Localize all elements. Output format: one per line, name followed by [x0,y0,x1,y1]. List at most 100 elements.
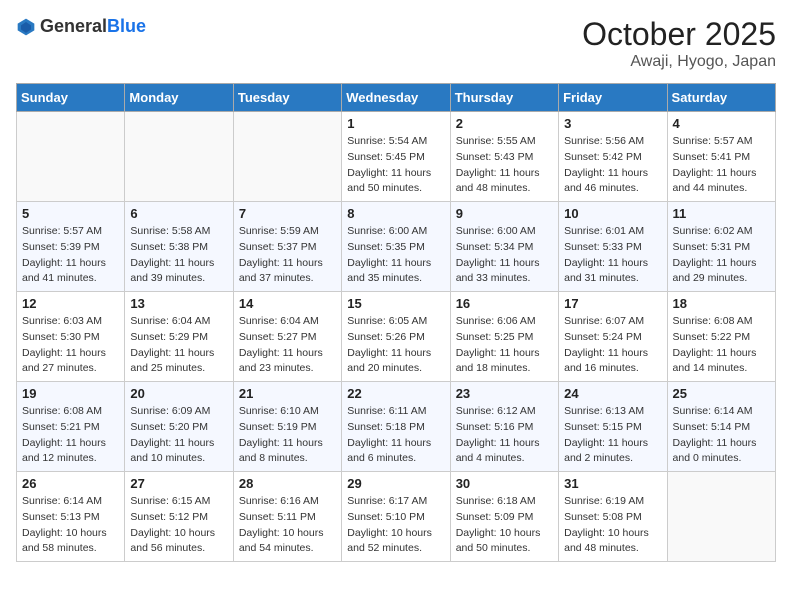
day-info: Sunrise: 5:58 AMSunset: 5:38 PMDaylight:… [130,224,227,287]
day-info: Sunrise: 6:14 AMSunset: 5:14 PMDaylight:… [673,404,770,467]
logo-icon [16,17,36,37]
day-number: 31 [564,476,661,491]
calendar-cell [125,112,233,202]
day-info: Sunrise: 5:57 AMSunset: 5:39 PMDaylight:… [22,224,119,287]
calendar-cell: 31 Sunrise: 6:19 AMSunset: 5:08 PMDayligh… [559,472,667,562]
day-number: 27 [130,476,227,491]
page-header: GeneralBlue October 2025 Awaji, Hyogo, J… [16,16,776,71]
day-number: 17 [564,296,661,311]
day-number: 25 [673,386,770,401]
calendar-cell: 29 Sunrise: 6:17 AMSunset: 5:10 PMDayligh… [342,472,450,562]
calendar-week-row: 12Sunrise: 6:03 AMSunset: 5:30 PMDayligh… [17,292,776,382]
calendar-cell: 25 Sunrise: 6:14 AMSunset: 5:14 PMDayligh… [667,382,775,472]
calendar-cell: 18 Sunrise: 6:08 AMSunset: 5:22 PMDayligh… [667,292,775,382]
day-number: 5 [22,206,119,221]
weekday-header-monday: Monday [125,84,233,112]
calendar-cell: 2 Sunrise: 5:55 AMSunset: 5:43 PMDaylight… [450,112,558,202]
day-number: 29 [347,476,444,491]
day-number: 30 [456,476,553,491]
day-info: Sunrise: 6:02 AMSunset: 5:31 PMDaylight:… [673,224,770,287]
day-number: 15 [347,296,444,311]
calendar-cell: 19 Sunrise: 6:08 AMSunset: 5:21 PMDayligh… [17,382,125,472]
calendar-cell: 27Sunrise: 6:15 AMSunset: 5:12 PMDayligh… [125,472,233,562]
day-info: Sunrise: 5:57 AMSunset: 5:41 PMDaylight:… [673,134,770,197]
day-number: 12 [22,296,119,311]
calendar-cell [233,112,341,202]
calendar-cell: 21 Sunrise: 6:10 AMSunset: 5:19 PMDayligh… [233,382,341,472]
calendar-cell [17,112,125,202]
day-number: 24 [564,386,661,401]
day-info: Sunrise: 6:12 AMSunset: 5:16 PMDaylight:… [456,404,553,467]
calendar-cell [667,472,775,562]
day-info: Sunrise: 6:00 AMSunset: 5:34 PMDaylight:… [456,224,553,287]
day-number: 1 [347,116,444,131]
day-info: Sunrise: 5:54 AMSunset: 5:45 PMDaylight:… [347,134,444,197]
day-number: 21 [239,386,336,401]
day-info: Sunrise: 5:55 AMSunset: 5:43 PMDaylight:… [456,134,553,197]
day-info: Sunrise: 5:56 AMSunset: 5:42 PMDaylight:… [564,134,661,197]
calendar-cell: 30 Sunrise: 6:18 AMSunset: 5:09 PMDayligh… [450,472,558,562]
day-number: 23 [456,386,553,401]
logo: GeneralBlue [16,16,146,37]
day-number: 11 [673,206,770,221]
calendar-cell: 1 Sunrise: 5:54 AMSunset: 5:45 PMDaylight… [342,112,450,202]
day-info: Sunrise: 6:00 AMSunset: 5:35 PMDaylight:… [347,224,444,287]
day-info: Sunrise: 6:04 AMSunset: 5:27 PMDaylight:… [239,314,336,377]
calendar-cell: 28Sunrise: 6:16 AMSunset: 5:11 PMDayligh… [233,472,341,562]
weekday-header-tuesday: Tuesday [233,84,341,112]
calendar-cell: 14 Sunrise: 6:04 AMSunset: 5:27 PMDayligh… [233,292,341,382]
weekday-header-friday: Friday [559,84,667,112]
day-info: Sunrise: 6:19 AMSunset: 5:08 PMDaylight:… [564,494,661,557]
day-number: 9 [456,206,553,221]
day-info: Sunrise: 6:17 AMSunset: 5:10 PMDaylight:… [347,494,444,557]
day-info: Sunrise: 6:04 AMSunset: 5:29 PMDaylight:… [130,314,227,377]
day-info: Sunrise: 6:07 AMSunset: 5:24 PMDaylight:… [564,314,661,377]
day-number: 7 [239,206,336,221]
day-number: 20 [130,386,227,401]
weekday-header-saturday: Saturday [667,84,775,112]
day-number: 2 [456,116,553,131]
calendar-cell: 9 Sunrise: 6:00 AMSunset: 5:34 PMDaylight… [450,202,558,292]
weekday-header-sunday: Sunday [17,84,125,112]
calendar-table: SundayMondayTuesdayWednesdayThursdayFrid… [16,83,776,562]
calendar-cell: 26 Sunrise: 6:14 AMSunset: 5:13 PMDayligh… [17,472,125,562]
day-number: 4 [673,116,770,131]
calendar-week-row: 1 Sunrise: 5:54 AMSunset: 5:45 PMDaylight… [17,112,776,202]
day-info: Sunrise: 6:10 AMSunset: 5:19 PMDaylight:… [239,404,336,467]
day-info: Sunrise: 6:14 AMSunset: 5:13 PMDaylight:… [22,494,119,557]
title-block: October 2025 Awaji, Hyogo, Japan [582,16,776,71]
day-number: 26 [22,476,119,491]
day-info: Sunrise: 6:11 AMSunset: 5:18 PMDaylight:… [347,404,444,467]
day-number: 6 [130,206,227,221]
calendar-cell: 20 Sunrise: 6:09 AMSunset: 5:20 PMDayligh… [125,382,233,472]
calendar-cell: 3Sunrise: 5:56 AMSunset: 5:42 PMDaylight… [559,112,667,202]
day-number: 19 [22,386,119,401]
calendar-cell: 10Sunrise: 6:01 AMSunset: 5:33 PMDayligh… [559,202,667,292]
weekday-header-row: SundayMondayTuesdayWednesdayThursdayFrid… [17,84,776,112]
calendar-cell: 4 Sunrise: 5:57 AMSunset: 5:41 PMDaylight… [667,112,775,202]
day-info: Sunrise: 6:09 AMSunset: 5:20 PMDaylight:… [130,404,227,467]
calendar-cell: 5 Sunrise: 5:57 AMSunset: 5:39 PMDaylight… [17,202,125,292]
logo-text-blue: Blue [107,16,146,36]
calendar-week-row: 26 Sunrise: 6:14 AMSunset: 5:13 PMDayligh… [17,472,776,562]
day-number: 18 [673,296,770,311]
day-number: 22 [347,386,444,401]
calendar-week-row: 19 Sunrise: 6:08 AMSunset: 5:21 PMDayligh… [17,382,776,472]
calendar-cell: 12Sunrise: 6:03 AMSunset: 5:30 PMDayligh… [17,292,125,382]
day-number: 14 [239,296,336,311]
day-info: Sunrise: 6:06 AMSunset: 5:25 PMDaylight:… [456,314,553,377]
day-info: Sunrise: 6:05 AMSunset: 5:26 PMDaylight:… [347,314,444,377]
day-info: Sunrise: 6:08 AMSunset: 5:21 PMDaylight:… [22,404,119,467]
calendar-week-row: 5 Sunrise: 5:57 AMSunset: 5:39 PMDaylight… [17,202,776,292]
calendar-cell: 7Sunrise: 5:59 AMSunset: 5:37 PMDaylight… [233,202,341,292]
day-number: 13 [130,296,227,311]
calendar-cell: 15 Sunrise: 6:05 AMSunset: 5:26 PMDayligh… [342,292,450,382]
weekday-header-wednesday: Wednesday [342,84,450,112]
day-info: Sunrise: 6:01 AMSunset: 5:33 PMDaylight:… [564,224,661,287]
day-info: Sunrise: 6:08 AMSunset: 5:22 PMDaylight:… [673,314,770,377]
day-number: 8 [347,206,444,221]
calendar-cell: 17 Sunrise: 6:07 AMSunset: 5:24 PMDayligh… [559,292,667,382]
day-info: Sunrise: 6:16 AMSunset: 5:11 PMDaylight:… [239,494,336,557]
day-info: Sunrise: 6:18 AMSunset: 5:09 PMDaylight:… [456,494,553,557]
calendar-cell: 13 Sunrise: 6:04 AMSunset: 5:29 PMDayligh… [125,292,233,382]
